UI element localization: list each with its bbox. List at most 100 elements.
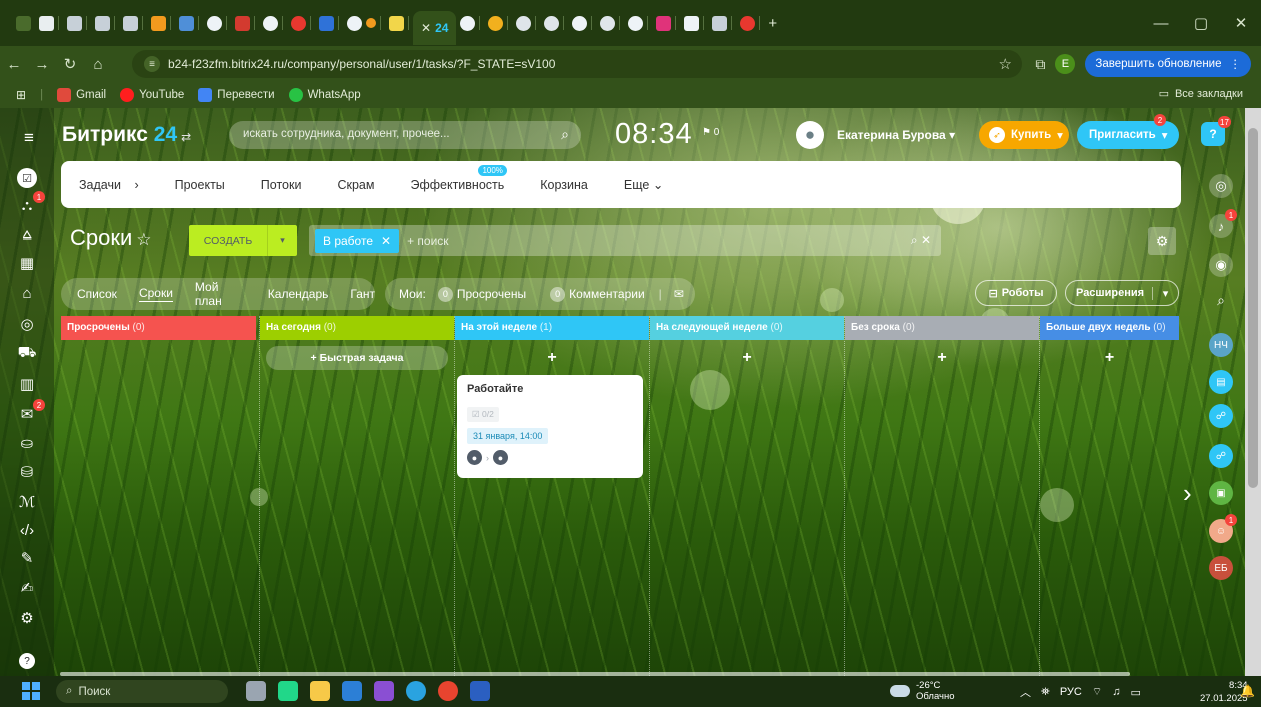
responsible-avatar-icon[interactable]: ● [493, 450, 508, 465]
browser-tab[interactable] [736, 11, 764, 35]
all-bookmarks[interactable]: ▭ Все закладки [1159, 87, 1243, 101]
battery-icon[interactable]: ▭ [1130, 686, 1140, 699]
general-chat-icon[interactable]: ▣ [1209, 481, 1233, 505]
overdue-filter[interactable]: Просрочены [457, 287, 526, 301]
developer-icon[interactable]: ‹/› [17, 520, 37, 540]
browser-tab[interactable] [91, 11, 119, 35]
filter-icon[interactable]: ⩠ [17, 224, 37, 244]
view-gantt[interactable]: Гант [350, 287, 375, 301]
calendar-icon[interactable]: ▦ [17, 253, 37, 273]
chip-close-icon[interactable]: ✕ [381, 234, 391, 248]
bookmark-youtube[interactable]: YouTube [120, 88, 184, 102]
tab-search-button[interactable] [12, 11, 35, 35]
chat-icon[interactable]: ▤ [1209, 370, 1233, 394]
search-icon[interactable]: ⌕ [911, 233, 918, 247]
timeman-icon[interactable]: ◎ [1209, 174, 1233, 198]
chevron-up-icon[interactable]: ︿ [1020, 684, 1031, 700]
star-icon[interactable]: ☆ [136, 230, 151, 249]
chevron-down-icon[interactable]: ▾ [267, 225, 297, 256]
creator-avatar-icon[interactable]: ● [467, 450, 482, 465]
volume-icon[interactable]: ♫ [1112, 686, 1120, 698]
browser-tab[interactable] [203, 11, 231, 35]
browser-tab[interactable] [35, 11, 63, 35]
browser-tab[interactable] [484, 11, 512, 35]
browser-tab[interactable] [708, 11, 736, 35]
language-indicator[interactable]: РУС [1060, 686, 1082, 698]
browser-tab[interactable] [343, 11, 385, 35]
browser-tab[interactable] [456, 11, 484, 35]
minimize-icon[interactable]: — [1141, 15, 1181, 32]
sign-icon[interactable]: ✎ [17, 548, 37, 568]
nav-flows[interactable]: Потоки [261, 178, 302, 192]
signature-icon[interactable]: ✍ [17, 578, 37, 598]
visual-studio-icon[interactable] [374, 681, 394, 701]
flag-counter[interactable]: ⚑ 0 [702, 127, 719, 138]
profile-avatar[interactable]: E [1055, 54, 1076, 74]
apps-grid-icon[interactable]: ⊞ [16, 88, 26, 102]
browser-tab[interactable] [568, 11, 596, 35]
browser-tab[interactable] [231, 11, 259, 35]
bitrix24-logo[interactable]: Битрикс 24 ⇄ [62, 123, 191, 147]
browser-tab[interactable] [624, 11, 652, 35]
contact-avatar-nch[interactable]: НЧ [1209, 333, 1233, 357]
weather-widget[interactable]: -26°C Облачно [890, 680, 955, 702]
add-task-button[interactable]: + [656, 346, 838, 370]
finish-update-button[interactable]: Завершить обновление ⋮ [1085, 51, 1251, 77]
view-deadlines[interactable]: Сроки [138, 286, 173, 302]
chrome-icon[interactable] [438, 681, 458, 701]
gear-icon[interactable]: ⚙ [1148, 227, 1176, 255]
browser-tab[interactable] [175, 11, 203, 35]
wifi-icon[interactable]: ⌔ [1092, 685, 1102, 699]
user-avatar[interactable]: ● [796, 121, 824, 149]
nav-projects[interactable]: Проекты [175, 178, 225, 192]
add-task-button[interactable]: + [1046, 346, 1173, 370]
back-icon[interactable]: ← [0, 56, 28, 73]
add-task-button[interactable]: + [461, 346, 643, 370]
filter-search-input[interactable]: В работе ✕ + поиск ⌕ ✕ [309, 225, 941, 256]
quick-task-button[interactable]: + Быстрая задача [266, 346, 448, 370]
page-scrollbar[interactable] [1245, 108, 1261, 676]
view-calendar[interactable]: Календарь [268, 287, 329, 301]
crm-icon[interactable]: ◎ [17, 314, 37, 334]
notification-bell-icon[interactable]: 🔔 [1240, 684, 1255, 698]
browser-tab[interactable] [680, 11, 708, 35]
database-icon[interactable]: ⛁ [17, 462, 37, 482]
read-all-icon[interactable]: ✉ [674, 287, 684, 301]
browser-tab[interactable] [287, 11, 315, 35]
tasks-icon[interactable]: ☑ [17, 168, 37, 188]
view-my-plan[interactable]: Мой план [195, 280, 246, 308]
browser-tab[interactable] [652, 11, 680, 35]
browser-tab[interactable] [119, 11, 147, 35]
drive-icon[interactable]: ⛀ [17, 433, 37, 453]
close-icon[interactable]: ✕ [421, 21, 431, 35]
extensions-icon[interactable]: ⧉ [1035, 56, 1045, 73]
help-icon[interactable]: ? [19, 653, 35, 669]
deadline-badge[interactable]: 31 января, 14:00 [467, 428, 549, 444]
close-window-icon[interactable]: ✕ [1221, 14, 1261, 32]
robots-button[interactable]: ⊟ Роботы [975, 280, 1057, 306]
hamburger-menu-icon[interactable]: ≡ [24, 128, 34, 148]
telegram-icon[interactable] [406, 681, 426, 701]
add-task-button[interactable]: + [851, 346, 1033, 370]
extensions-button[interactable]: Расширения ▾ [1065, 280, 1179, 306]
bookmark-star-icon[interactable]: ☆ [999, 55, 1012, 73]
browser-tab[interactable] [385, 11, 413, 35]
home-icon[interactable]: ⌂ [84, 56, 112, 73]
mail-icon[interactable] [342, 681, 362, 701]
nav-more[interactable]: Еще ⌄ [624, 177, 663, 192]
switch-icon[interactable]: ⇄ [181, 130, 191, 144]
bookmark-whatsapp[interactable]: WhatsApp [288, 88, 361, 102]
settings-icon[interactable]: ⚙ [17, 608, 37, 628]
browser-tab[interactable] [315, 11, 343, 35]
automation-icon[interactable]: ℳ [17, 492, 37, 512]
copilot-icon[interactable]: ◉ [1209, 253, 1233, 277]
site-info-icon[interactable]: ≡ [144, 56, 160, 72]
browser-tab[interactable] [512, 11, 540, 35]
scroll-right-arrow-icon[interactable]: › [1183, 478, 1192, 509]
browser-tab[interactable] [63, 11, 91, 35]
global-search-input[interactable]: искать сотрудника, документ, прочее... ⌕ [229, 121, 581, 149]
chevron-down-icon[interactable]: ▾ [1152, 286, 1178, 300]
browser-tab[interactable] [147, 11, 175, 35]
work-day-clock[interactable]: 08:34 [615, 118, 693, 151]
invite-button[interactable]: Пригласить ▾ [1077, 121, 1179, 149]
